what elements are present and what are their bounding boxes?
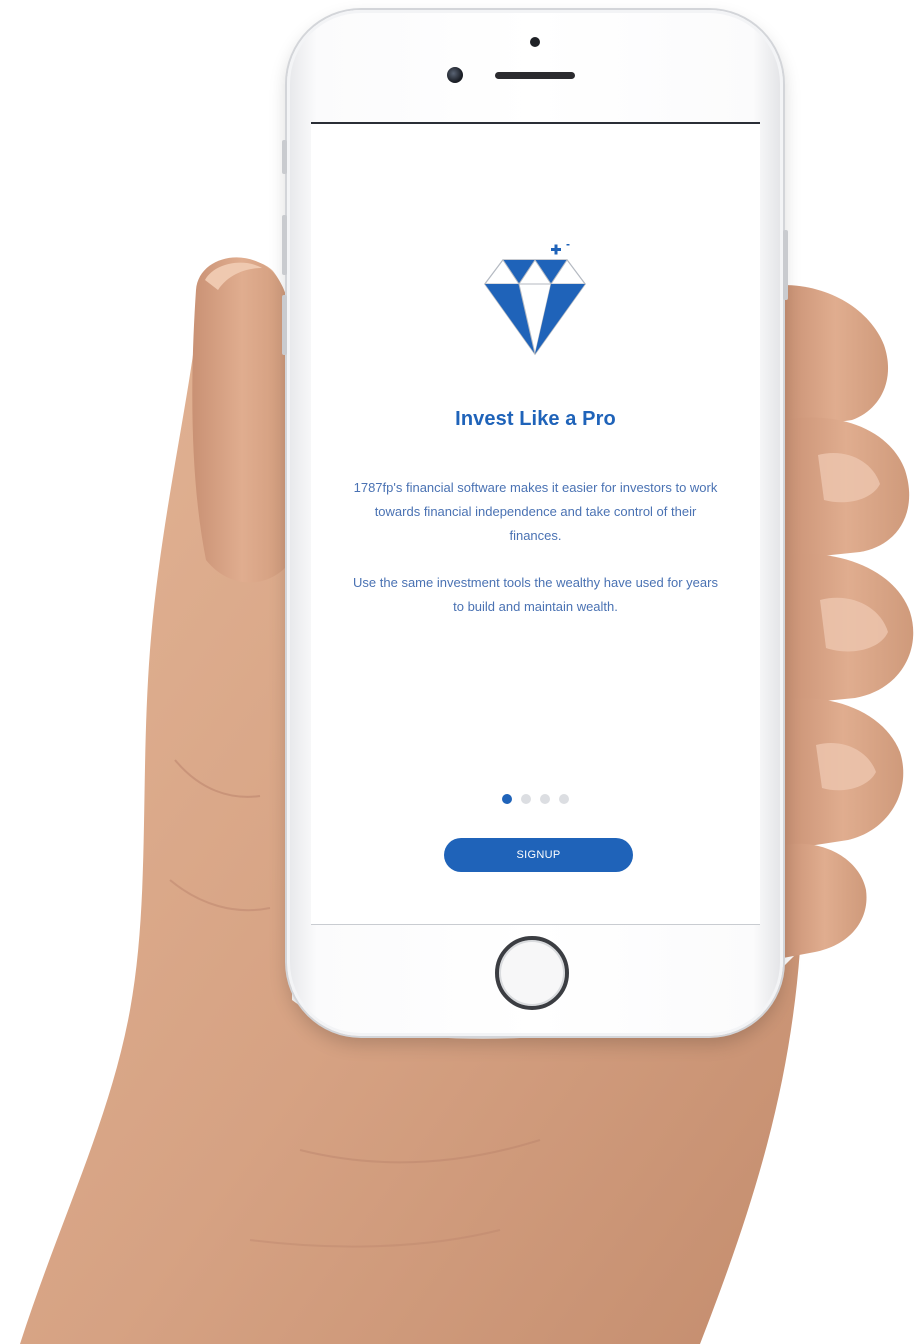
- phone-frame: Invest Like a Pro 1787fp's financial sof…: [282, 10, 788, 1036]
- page-indicator: [311, 794, 760, 804]
- page-dot[interactable]: [521, 794, 531, 804]
- signup-button[interactable]: SIGNUP: [444, 838, 633, 872]
- onboarding-subdescription: Use the same investment tools the wealth…: [353, 575, 718, 614]
- volume-up-button: [282, 215, 287, 275]
- home-button[interactable]: [495, 936, 569, 1010]
- mute-switch: [282, 140, 287, 174]
- onboarding-description: 1787fp's financial software makes it eas…: [353, 480, 718, 543]
- earpiece-speaker: [495, 72, 575, 79]
- page-dot[interactable]: [559, 794, 569, 804]
- app-screen: Invest Like a Pro 1787fp's financial sof…: [311, 122, 760, 925]
- volume-down-button: [282, 295, 287, 355]
- power-button: [783, 230, 788, 300]
- diamond-sparkle-icon: [484, 244, 586, 356]
- page-dot[interactable]: [540, 794, 550, 804]
- onboarding-title: Invest Like a Pro: [455, 408, 616, 430]
- front-camera: [447, 67, 463, 83]
- proximity-sensor: [530, 37, 540, 47]
- product-photo: Invest Like a Pro 1787fp's financial sof…: [0, 0, 924, 1344]
- page-dot[interactable]: [502, 794, 512, 804]
